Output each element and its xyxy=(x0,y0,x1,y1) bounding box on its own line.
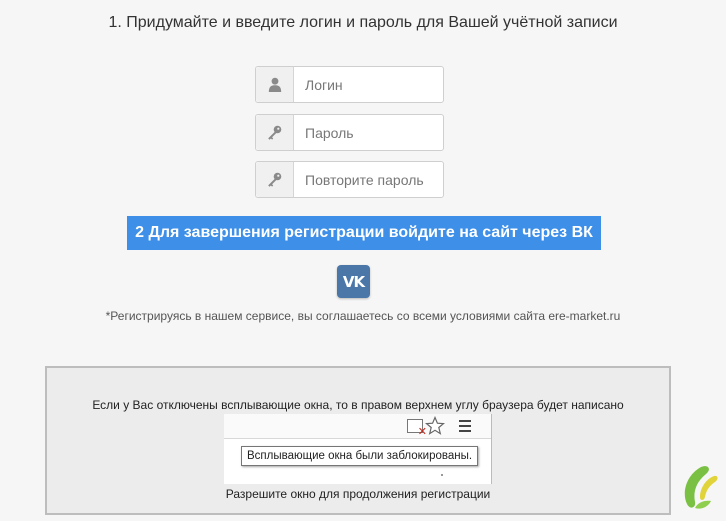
browser-dot xyxy=(441,474,443,476)
popup-allow-message: Разрешите окно для продолжения регистрац… xyxy=(225,487,491,501)
login-field[interactable] xyxy=(255,66,444,103)
step2-title: 2 Для завершения регистрации войдите на … xyxy=(127,216,601,250)
key-icon xyxy=(256,162,294,197)
popup-blocked-icon: ✕ xyxy=(407,419,427,438)
step1-title: 1. Придумайте и введите логин и пароль д… xyxy=(108,14,618,31)
password-input[interactable] xyxy=(294,115,443,150)
popup-notice: Если у Вас отключены всплывающие окна, т… xyxy=(45,366,671,515)
vk-login-button[interactable]: VK xyxy=(337,265,370,298)
browser-screenshot: ✕ Всплывающие окна были заблокированы. xyxy=(224,414,492,484)
star-icon xyxy=(424,415,446,436)
menu-icon xyxy=(459,420,471,432)
vk-logo-icon: VK xyxy=(342,272,365,291)
login-input[interactable] xyxy=(294,67,443,102)
popup-blocked-tooltip: Всплывающие окна были заблокированы. xyxy=(241,446,479,466)
password-field[interactable] xyxy=(255,114,444,151)
browser-toolbar xyxy=(224,414,491,439)
terms-note: *Регистрируясь в нашем сервисе, вы согла… xyxy=(105,309,621,323)
key-icon xyxy=(256,115,294,150)
brand-logo-icon xyxy=(681,464,719,510)
repeat-password-field[interactable] xyxy=(255,161,444,198)
repeat-password-input[interactable] xyxy=(294,162,443,197)
popup-notice-message: Если у Вас отключены всплывающие окна, т… xyxy=(92,398,624,412)
user-icon xyxy=(256,67,294,102)
